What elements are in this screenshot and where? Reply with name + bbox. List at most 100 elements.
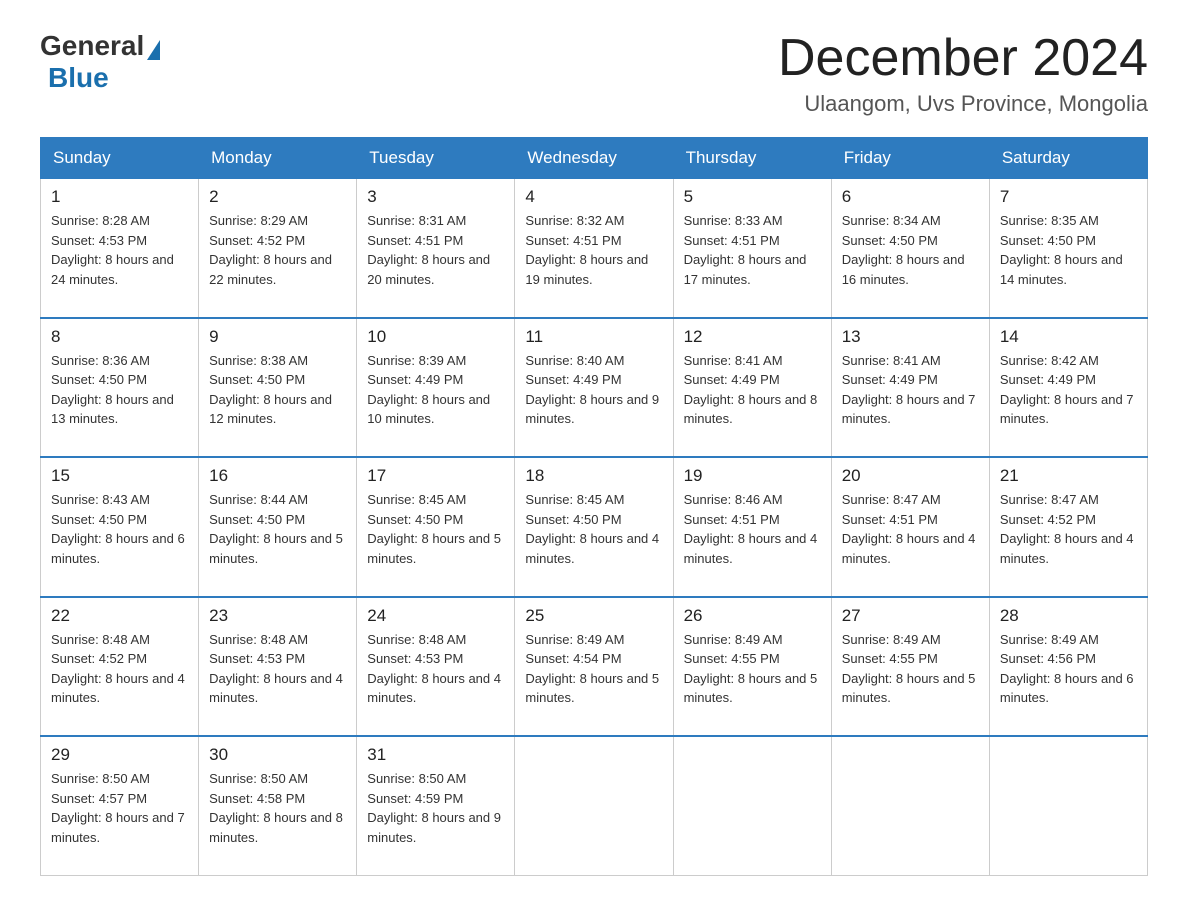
day-info: Sunrise: 8:35 AM Sunset: 4:50 PM Dayligh… xyxy=(1000,211,1137,309)
day-number: 15 xyxy=(51,466,188,486)
calendar-week-row: 15 Sunrise: 8:43 AM Sunset: 4:50 PM Dayl… xyxy=(41,457,1148,597)
day-number: 6 xyxy=(842,187,979,207)
calendar-cell xyxy=(831,736,989,875)
day-info: Sunrise: 8:45 AM Sunset: 4:50 PM Dayligh… xyxy=(367,490,504,588)
calendar-cell: 27 Sunrise: 8:49 AM Sunset: 4:55 PM Dayl… xyxy=(831,597,989,737)
calendar-week-row: 22 Sunrise: 8:48 AM Sunset: 4:52 PM Dayl… xyxy=(41,597,1148,737)
day-number: 30 xyxy=(209,745,346,765)
weekday-header-saturday: Saturday xyxy=(989,138,1147,179)
day-info: Sunrise: 8:45 AM Sunset: 4:50 PM Dayligh… xyxy=(525,490,662,588)
day-number: 13 xyxy=(842,327,979,347)
weekday-header-monday: Monday xyxy=(199,138,357,179)
day-info: Sunrise: 8:43 AM Sunset: 4:50 PM Dayligh… xyxy=(51,490,188,588)
logo-general-text: General xyxy=(40,30,144,62)
day-number: 14 xyxy=(1000,327,1137,347)
calendar-cell: 6 Sunrise: 8:34 AM Sunset: 4:50 PM Dayli… xyxy=(831,179,989,318)
calendar-week-row: 1 Sunrise: 8:28 AM Sunset: 4:53 PM Dayli… xyxy=(41,179,1148,318)
calendar-cell: 18 Sunrise: 8:45 AM Sunset: 4:50 PM Dayl… xyxy=(515,457,673,597)
calendar-cell: 21 Sunrise: 8:47 AM Sunset: 4:52 PM Dayl… xyxy=(989,457,1147,597)
calendar-cell: 12 Sunrise: 8:41 AM Sunset: 4:49 PM Dayl… xyxy=(673,318,831,458)
calendar-cell: 31 Sunrise: 8:50 AM Sunset: 4:59 PM Dayl… xyxy=(357,736,515,875)
month-title: December 2024 xyxy=(778,30,1148,87)
logo: General Blue xyxy=(40,30,160,94)
day-number: 22 xyxy=(51,606,188,626)
calendar-table: SundayMondayTuesdayWednesdayThursdayFrid… xyxy=(40,137,1148,876)
calendar-cell: 5 Sunrise: 8:33 AM Sunset: 4:51 PM Dayli… xyxy=(673,179,831,318)
calendar-cell: 17 Sunrise: 8:45 AM Sunset: 4:50 PM Dayl… xyxy=(357,457,515,597)
day-info: Sunrise: 8:49 AM Sunset: 4:54 PM Dayligh… xyxy=(525,630,662,728)
day-number: 2 xyxy=(209,187,346,207)
day-number: 20 xyxy=(842,466,979,486)
day-number: 1 xyxy=(51,187,188,207)
day-number: 11 xyxy=(525,327,662,347)
day-info: Sunrise: 8:38 AM Sunset: 4:50 PM Dayligh… xyxy=(209,351,346,449)
day-info: Sunrise: 8:49 AM Sunset: 4:56 PM Dayligh… xyxy=(1000,630,1137,728)
calendar-week-row: 29 Sunrise: 8:50 AM Sunset: 4:57 PM Dayl… xyxy=(41,736,1148,875)
day-info: Sunrise: 8:36 AM Sunset: 4:50 PM Dayligh… xyxy=(51,351,188,449)
day-info: Sunrise: 8:40 AM Sunset: 4:49 PM Dayligh… xyxy=(525,351,662,449)
day-number: 5 xyxy=(684,187,821,207)
day-info: Sunrise: 8:46 AM Sunset: 4:51 PM Dayligh… xyxy=(684,490,821,588)
day-number: 12 xyxy=(684,327,821,347)
calendar-cell: 26 Sunrise: 8:49 AM Sunset: 4:55 PM Dayl… xyxy=(673,597,831,737)
calendar-cell: 14 Sunrise: 8:42 AM Sunset: 4:49 PM Dayl… xyxy=(989,318,1147,458)
calendar-cell: 8 Sunrise: 8:36 AM Sunset: 4:50 PM Dayli… xyxy=(41,318,199,458)
calendar-cell: 24 Sunrise: 8:48 AM Sunset: 4:53 PM Dayl… xyxy=(357,597,515,737)
day-number: 18 xyxy=(525,466,662,486)
calendar-cell: 13 Sunrise: 8:41 AM Sunset: 4:49 PM Dayl… xyxy=(831,318,989,458)
day-number: 19 xyxy=(684,466,821,486)
calendar-cell: 20 Sunrise: 8:47 AM Sunset: 4:51 PM Dayl… xyxy=(831,457,989,597)
day-number: 25 xyxy=(525,606,662,626)
day-number: 16 xyxy=(209,466,346,486)
calendar-cell: 7 Sunrise: 8:35 AM Sunset: 4:50 PM Dayli… xyxy=(989,179,1147,318)
day-info: Sunrise: 8:31 AM Sunset: 4:51 PM Dayligh… xyxy=(367,211,504,309)
calendar-cell: 10 Sunrise: 8:39 AM Sunset: 4:49 PM Dayl… xyxy=(357,318,515,458)
day-info: Sunrise: 8:50 AM Sunset: 4:58 PM Dayligh… xyxy=(209,769,346,867)
calendar-cell: 29 Sunrise: 8:50 AM Sunset: 4:57 PM Dayl… xyxy=(41,736,199,875)
day-info: Sunrise: 8:28 AM Sunset: 4:53 PM Dayligh… xyxy=(51,211,188,309)
day-info: Sunrise: 8:29 AM Sunset: 4:52 PM Dayligh… xyxy=(209,211,346,309)
day-number: 8 xyxy=(51,327,188,347)
calendar-cell: 28 Sunrise: 8:49 AM Sunset: 4:56 PM Dayl… xyxy=(989,597,1147,737)
day-number: 4 xyxy=(525,187,662,207)
page-header: General Blue December 2024 Ulaangom, Uvs… xyxy=(40,30,1148,117)
weekday-header-friday: Friday xyxy=(831,138,989,179)
title-block: December 2024 Ulaangom, Uvs Province, Mo… xyxy=(778,30,1148,117)
day-info: Sunrise: 8:48 AM Sunset: 4:52 PM Dayligh… xyxy=(51,630,188,728)
day-number: 26 xyxy=(684,606,821,626)
day-info: Sunrise: 8:50 AM Sunset: 4:59 PM Dayligh… xyxy=(367,769,504,867)
weekday-header-wednesday: Wednesday xyxy=(515,138,673,179)
calendar-cell: 22 Sunrise: 8:48 AM Sunset: 4:52 PM Dayl… xyxy=(41,597,199,737)
day-number: 17 xyxy=(367,466,504,486)
calendar-cell: 3 Sunrise: 8:31 AM Sunset: 4:51 PM Dayli… xyxy=(357,179,515,318)
calendar-week-row: 8 Sunrise: 8:36 AM Sunset: 4:50 PM Dayli… xyxy=(41,318,1148,458)
calendar-cell: 4 Sunrise: 8:32 AM Sunset: 4:51 PM Dayli… xyxy=(515,179,673,318)
calendar-cell: 16 Sunrise: 8:44 AM Sunset: 4:50 PM Dayl… xyxy=(199,457,357,597)
day-number: 31 xyxy=(367,745,504,765)
calendar-cell: 1 Sunrise: 8:28 AM Sunset: 4:53 PM Dayli… xyxy=(41,179,199,318)
day-info: Sunrise: 8:44 AM Sunset: 4:50 PM Dayligh… xyxy=(209,490,346,588)
calendar-cell xyxy=(673,736,831,875)
day-info: Sunrise: 8:41 AM Sunset: 4:49 PM Dayligh… xyxy=(842,351,979,449)
day-info: Sunrise: 8:48 AM Sunset: 4:53 PM Dayligh… xyxy=(367,630,504,728)
calendar-cell: 15 Sunrise: 8:43 AM Sunset: 4:50 PM Dayl… xyxy=(41,457,199,597)
weekday-header-sunday: Sunday xyxy=(41,138,199,179)
day-number: 7 xyxy=(1000,187,1137,207)
day-number: 10 xyxy=(367,327,504,347)
day-info: Sunrise: 8:41 AM Sunset: 4:49 PM Dayligh… xyxy=(684,351,821,449)
calendar-cell: 19 Sunrise: 8:46 AM Sunset: 4:51 PM Dayl… xyxy=(673,457,831,597)
weekday-header-row: SundayMondayTuesdayWednesdayThursdayFrid… xyxy=(41,138,1148,179)
weekday-header-thursday: Thursday xyxy=(673,138,831,179)
day-info: Sunrise: 8:47 AM Sunset: 4:52 PM Dayligh… xyxy=(1000,490,1137,588)
day-info: Sunrise: 8:49 AM Sunset: 4:55 PM Dayligh… xyxy=(842,630,979,728)
day-info: Sunrise: 8:32 AM Sunset: 4:51 PM Dayligh… xyxy=(525,211,662,309)
calendar-cell: 25 Sunrise: 8:49 AM Sunset: 4:54 PM Dayl… xyxy=(515,597,673,737)
day-number: 29 xyxy=(51,745,188,765)
day-number: 28 xyxy=(1000,606,1137,626)
day-info: Sunrise: 8:39 AM Sunset: 4:49 PM Dayligh… xyxy=(367,351,504,449)
day-info: Sunrise: 8:33 AM Sunset: 4:51 PM Dayligh… xyxy=(684,211,821,309)
day-number: 9 xyxy=(209,327,346,347)
location-title: Ulaangom, Uvs Province, Mongolia xyxy=(778,91,1148,117)
day-number: 23 xyxy=(209,606,346,626)
day-info: Sunrise: 8:47 AM Sunset: 4:51 PM Dayligh… xyxy=(842,490,979,588)
